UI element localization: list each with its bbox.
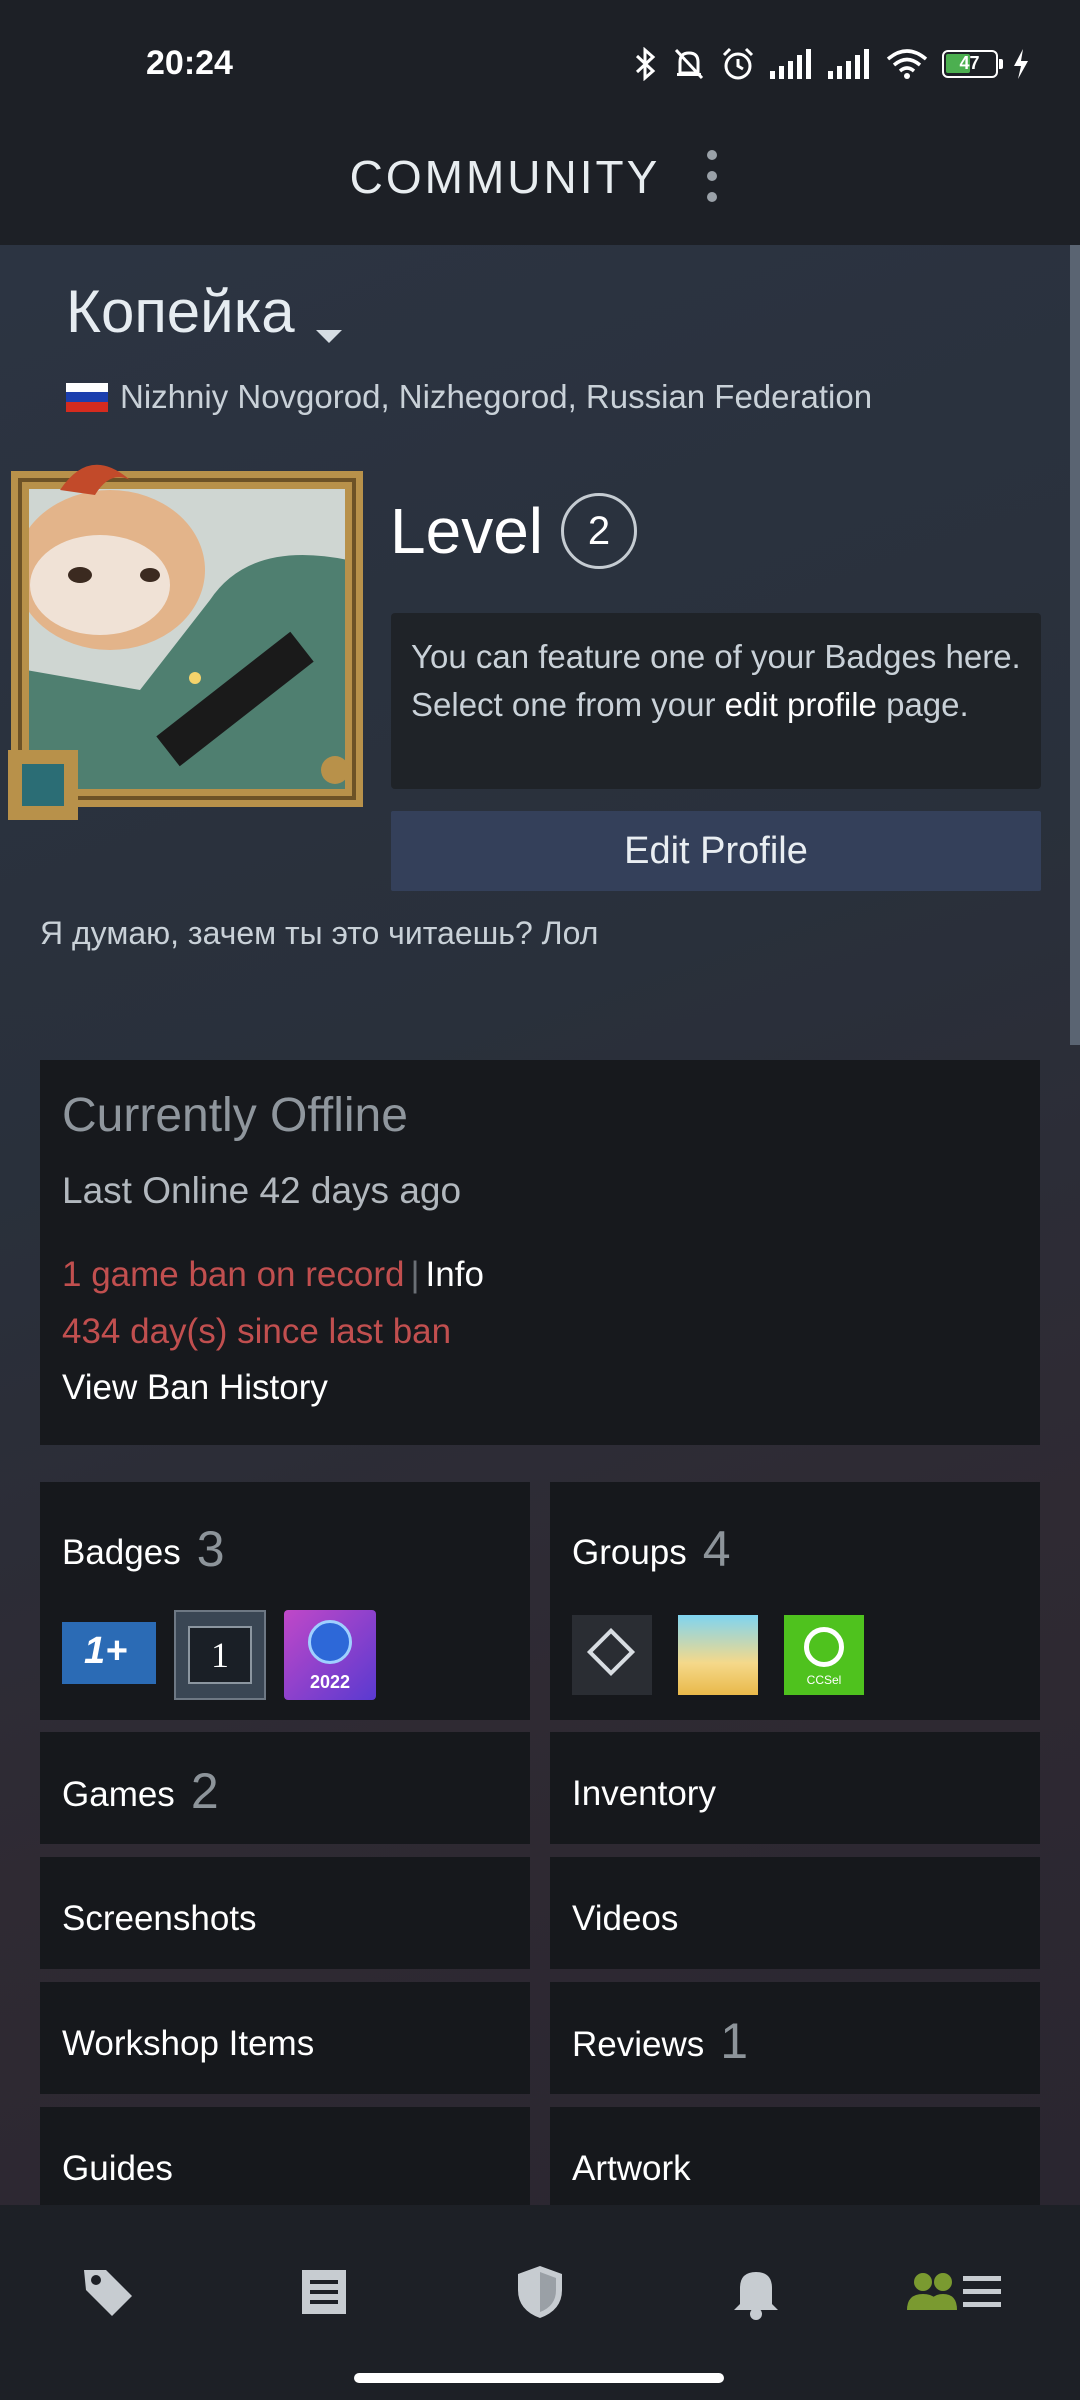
group-icons: CCSel (572, 1615, 864, 1695)
scrollbar[interactable] (1070, 245, 1080, 1045)
ban-separator: | (410, 1255, 420, 1294)
chevron-down-icon[interactable] (316, 330, 342, 343)
videos-tile[interactable]: Videos (550, 1857, 1040, 1969)
status-time: 20:24 (146, 44, 233, 82)
more-options-icon[interactable] (700, 150, 724, 206)
workshop-label: Workshop Items (62, 2024, 315, 2063)
reviews-count: 1 (720, 2013, 749, 2069)
inventory-label: Inventory (572, 1774, 716, 1813)
badges-count: 3 (196, 1521, 225, 1577)
app-bar: COMMUNITY (0, 125, 1080, 352)
page-title: COMMUNITY (349, 151, 661, 203)
groups-label-row: Groups 4 (572, 1520, 731, 1578)
edit-profile-button[interactable]: Edit Profile (391, 811, 1041, 891)
groups-count: 4 (702, 1521, 731, 1577)
nav-friends[interactable] (900, 2257, 1010, 2327)
level-badge: 2 (561, 493, 637, 569)
level-label: Level (390, 495, 543, 567)
badge-steam-2022-icon[interactable]: 2022 (284, 1610, 376, 1700)
russia-flag-icon (66, 382, 108, 412)
reviews-tile[interactable]: Reviews 1 (550, 1982, 1040, 2094)
reviews-label-row: Reviews 1 (572, 2012, 748, 2070)
badges-tile[interactable]: Badges 3 1+ 1 2022 (40, 1482, 530, 1720)
nav-news[interactable] (284, 2257, 364, 2327)
screenshots-label: Screenshots (62, 1899, 257, 1938)
edit-profile-link[interactable]: edit profile (725, 686, 877, 723)
group-avatar[interactable] (678, 1615, 758, 1695)
videos-label: Videos (572, 1899, 679, 1938)
profile-location: Nizhniy Novgorod, Nizhegorod, Russian Fe… (66, 378, 872, 416)
games-tile[interactable]: Games 2 (40, 1732, 530, 1844)
badges-label-row: Badges 3 (62, 1520, 225, 1578)
badge-years-icon[interactable]: 1+ (62, 1622, 156, 1684)
badge-games-text: 1 (211, 1635, 229, 1675)
badge-icons: 1+ 1 2022 (62, 1610, 376, 1700)
workshop-tile[interactable]: Workshop Items (40, 1982, 530, 2094)
charging-icon (1014, 49, 1028, 79)
screenshots-tile[interactable]: Screenshots (40, 1857, 530, 1969)
games-label: Games (62, 1775, 175, 1814)
tag-icon (84, 2270, 132, 2316)
games-count: 2 (190, 1763, 219, 1819)
last-online: Last Online 42 days ago (62, 1170, 462, 1211)
profile-avatar (8, 464, 363, 820)
profile-name[interactable]: Копейка (66, 277, 295, 346)
ban-record-text: 1 game ban on record (62, 1255, 405, 1294)
nav-guard[interactable] (500, 2257, 580, 2327)
ban-info-link[interactable]: Info (426, 1255, 484, 1294)
nav-notifications[interactable] (716, 2257, 796, 2327)
badge-games-icon[interactable]: 1 (174, 1610, 266, 1700)
groups-label: Groups (572, 1533, 687, 1572)
status-panel: Currently Offline Last Online 42 days ag… (40, 1060, 1040, 1445)
groups-tile[interactable]: Groups 4 CCSel (550, 1482, 1040, 1720)
group-avatar[interactable]: CCSel (784, 1615, 864, 1695)
badge-years-text: 1+ (84, 1630, 128, 1672)
group-avatar-text: CCSel (806, 1673, 842, 1687)
reviews-label: Reviews (572, 2025, 705, 2064)
news-icon (302, 2270, 346, 2314)
signal-icon (828, 49, 869, 79)
bluetooth-icon (635, 47, 656, 81)
status-bar: 20:24 47 (0, 0, 1080, 125)
shield-icon (518, 2266, 562, 2318)
status-icons: 47 (634, 46, 1030, 82)
artwork-label: Artwork (572, 2149, 691, 2188)
days-since-ban: 434 day(s) since last ban (62, 1312, 452, 1351)
view-ban-history-link[interactable]: View Ban History (62, 1368, 328, 1408)
nav-store[interactable] (68, 2257, 148, 2327)
profile-summary: Я думаю, зачем ты это читаешь? Лол (40, 915, 599, 951)
location-text: Nizhniy Novgorod, Nizhegorod, Russian Fe… (120, 378, 873, 415)
bell-icon (734, 2272, 778, 2320)
friends-icon (907, 2273, 1001, 2310)
group-avatar[interactable] (572, 1615, 652, 1695)
games-label-row: Games 2 (62, 1762, 219, 1820)
alarm-icon (722, 47, 754, 80)
battery-level: 47 (959, 53, 980, 73)
badges-label: Badges (62, 1533, 181, 1572)
signal-icon (770, 49, 811, 79)
guides-label: Guides (62, 2149, 173, 2188)
home-indicator[interactable] (354, 2373, 724, 2383)
online-status: Currently Offline (62, 1089, 408, 1142)
profile-content: Копейка Nizhniy Novgorod, Nizhegorod, Ru… (0, 245, 1080, 2205)
guides-tile[interactable]: Guides (40, 2107, 530, 2205)
battery-icon: 47 (942, 50, 1003, 78)
badge-note-text-end: page. (886, 686, 969, 723)
artwork-tile[interactable]: Artwork (550, 2107, 1040, 2205)
ban-record: 1 game ban on record | Info (62, 1255, 484, 1295)
bell-muted-icon (674, 48, 704, 80)
level-display: Level 2 (390, 493, 637, 569)
inventory-tile[interactable]: Inventory (550, 1732, 1040, 1844)
badge-steam-2022-text: 2022 (309, 1672, 351, 1692)
wifi-icon (886, 49, 928, 79)
badge-feature-note: You can feature one of your Badges here.… (391, 613, 1041, 789)
bottom-nav (0, 2205, 1080, 2400)
